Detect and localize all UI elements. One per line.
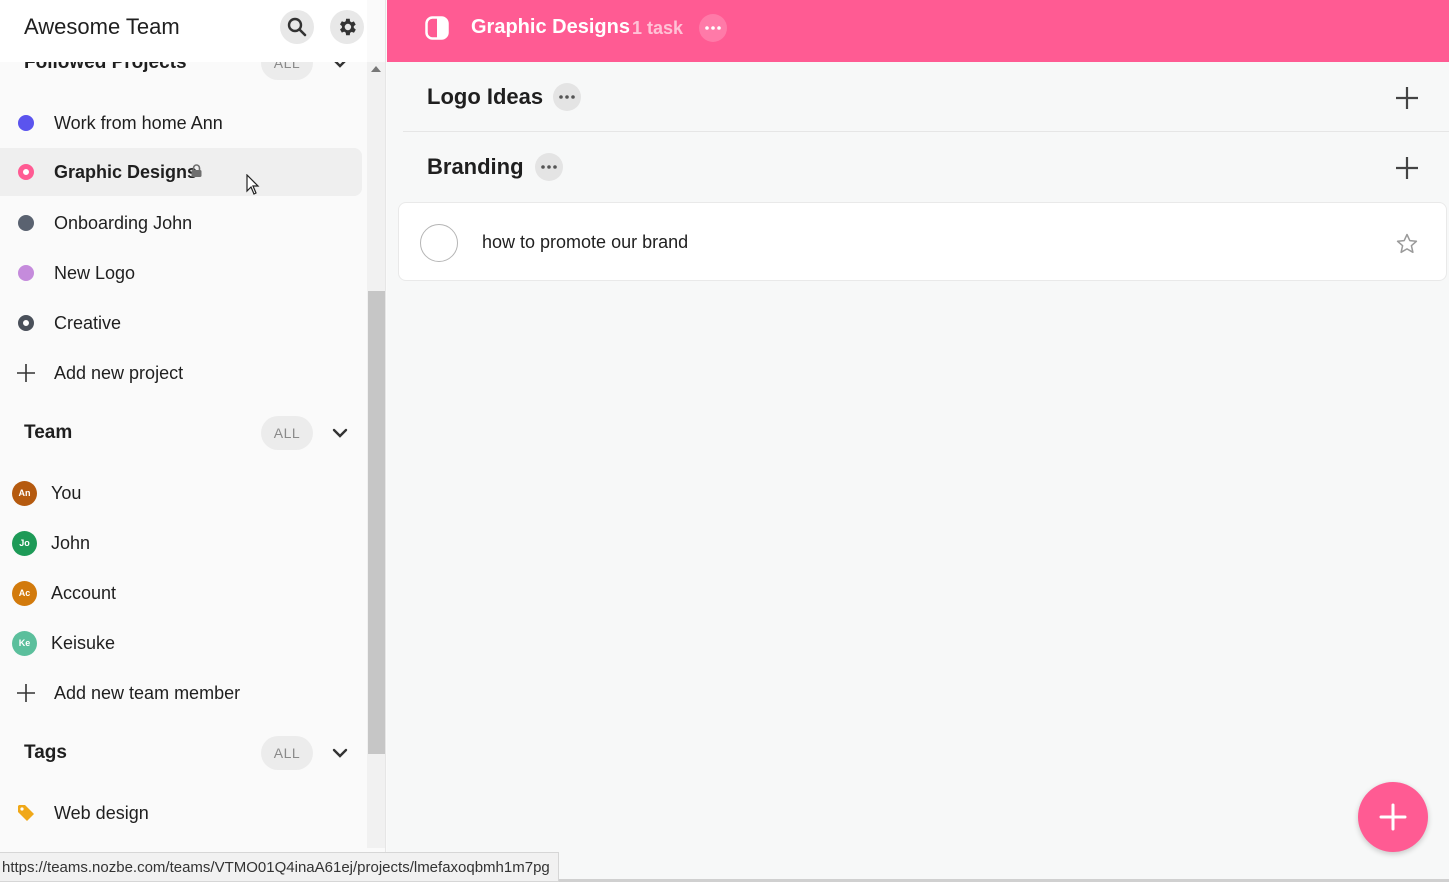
member-label: Account — [51, 582, 117, 603]
search-icon — [287, 17, 307, 37]
project-color-dot — [18, 315, 34, 331]
sidebar-member-keisuke[interactable]: Ke Keisuke — [0, 619, 362, 667]
avatar: Jo — [12, 530, 37, 556]
section-more-button[interactable] — [535, 153, 563, 181]
add-new-team-member-button[interactable]: Add new team member — [0, 669, 362, 717]
task-row[interactable]: how to promote our brand — [398, 202, 1447, 281]
tag-icon — [17, 804, 35, 827]
task-complete-checkbox[interactable] — [420, 224, 458, 262]
toggle-sidebar-icon[interactable] — [425, 16, 449, 40]
task-name[interactable]: how to promote our brand — [482, 232, 688, 253]
member-label: Keisuke — [51, 632, 116, 653]
sidebar-project-graphic-designs[interactable]: Graphic Designs — [0, 148, 362, 196]
sidebar-project-new-logo[interactable]: New Logo — [0, 249, 362, 297]
project-title: Graphic Designs — [471, 16, 630, 38]
team-name[interactable]: Awesome Team — [24, 14, 180, 40]
avatar: Ac — [12, 580, 37, 606]
sidebar-project-creative[interactable]: Creative — [0, 299, 362, 347]
sidebar-member-john[interactable]: Jo John — [0, 519, 362, 567]
mouse-cursor-icon — [246, 174, 260, 195]
scroll-up-arrow-icon[interactable] — [371, 66, 381, 72]
avatar: An — [12, 480, 37, 506]
tags-all-button[interactable]: ALL — [261, 736, 313, 770]
sidebar-tag-web-design[interactable]: Web design — [0, 789, 362, 837]
section-logo-ideas: Logo Ideas — [403, 62, 1449, 132]
task-count: 1 task — [632, 18, 684, 38]
add-project-label: Add new project — [54, 362, 184, 383]
sidebar-member-you[interactable]: An You — [0, 469, 362, 517]
member-label: You — [51, 482, 82, 503]
team-all-button[interactable]: ALL — [261, 416, 313, 450]
status-bar-url: https://teams.nozbe.com/teams/VTMO01Q4in… — [0, 852, 559, 882]
section-branding: Branding — [403, 132, 1449, 202]
more-icon — [559, 95, 575, 99]
project-label: Creative — [54, 312, 122, 333]
plus-icon — [16, 363, 36, 383]
member-label: John — [51, 532, 91, 553]
section-more-button[interactable] — [553, 83, 581, 111]
section-name[interactable]: Branding — [427, 154, 524, 180]
project-color-dot — [18, 215, 34, 231]
add-task-plus-icon[interactable] — [1395, 86, 1419, 110]
project-label: Onboarding John — [54, 212, 193, 233]
chevron-down-icon[interactable] — [330, 743, 350, 763]
main-content: Logo Ideas Branding how to promote our b… — [387, 62, 1449, 882]
tag-label: Web design — [54, 802, 149, 823]
sidebar-scrollbar-thumb[interactable] — [368, 291, 385, 754]
plus-icon — [16, 683, 36, 703]
sidebar-header: Awesome Team — [0, 0, 367, 62]
more-icon — [541, 165, 557, 169]
star-icon[interactable] — [1395, 232, 1419, 256]
add-task-plus-icon[interactable] — [1395, 156, 1419, 180]
project-label: New Logo — [54, 262, 136, 283]
section-name[interactable]: Logo Ideas — [427, 84, 543, 110]
sidebar-member-account[interactable]: Ac Account — [0, 569, 362, 617]
add-new-project-button[interactable]: Add new project — [0, 349, 362, 397]
gear-icon — [340, 18, 356, 36]
tags-title: Tags — [24, 742, 67, 763]
chevron-down-icon[interactable] — [330, 423, 350, 443]
team-title: Team — [24, 422, 73, 443]
sidebar: Followed Projects ALL Work from home Ann… — [0, 0, 386, 882]
add-task-fab-button[interactable] — [1358, 782, 1428, 852]
search-button[interactable] — [280, 10, 314, 44]
project-color-dot — [18, 265, 34, 281]
plus-icon — [1379, 803, 1407, 831]
sidebar-project-onboarding-john[interactable]: Onboarding John — [0, 199, 362, 247]
project-color-dot — [18, 115, 34, 131]
project-more-button[interactable] — [699, 14, 727, 42]
project-label: Graphic Designs — [54, 161, 198, 182]
lock-icon — [191, 164, 202, 182]
settings-button[interactable] — [330, 10, 364, 44]
add-member-label: Add new team member — [54, 682, 241, 703]
project-header: Graphic Designs 1 task — [387, 0, 1449, 62]
sidebar-project-work-from-home-ann[interactable]: Work from home Ann — [0, 99, 362, 147]
project-label: Work from home Ann — [54, 112, 223, 133]
avatar: Ke — [12, 630, 37, 656]
more-icon — [705, 26, 721, 30]
project-color-dot — [18, 164, 34, 180]
